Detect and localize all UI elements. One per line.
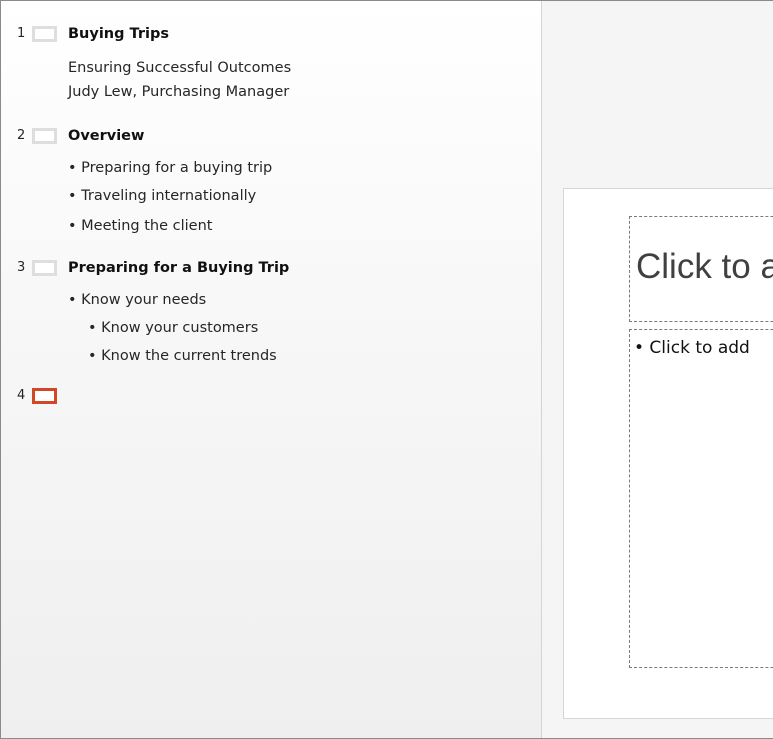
slide-editor-pane: Click to a • Click to add [542, 1, 773, 738]
slide-thumbnail-icon[interactable] [32, 128, 57, 144]
outline-pane[interactable]: 1 Buying Trips Ensuring Successful Outco… [1, 1, 542, 738]
outline-bullet[interactable]: • Know your needs [68, 291, 206, 309]
title-placeholder-text: Click to a [636, 247, 773, 286]
content-placeholder-text: • Click to add [634, 338, 750, 358]
slide-canvas[interactable]: Click to a • Click to add [563, 188, 773, 719]
slide-thumbnail-icon[interactable] [32, 388, 57, 404]
slide-number: 2 [17, 128, 26, 143]
slide-thumbnail-icon[interactable] [32, 26, 57, 42]
slide-number: 4 [17, 388, 26, 403]
content-placeholder[interactable]: • Click to add [629, 329, 773, 668]
outline-bullet[interactable]: • Preparing for a buying trip [68, 159, 272, 177]
outline-line[interactable]: Judy Lew, Purchasing Manager [68, 83, 289, 101]
slide-thumbnail-icon[interactable] [32, 260, 57, 276]
outline-line[interactable]: Ensuring Successful Outcomes [68, 59, 291, 77]
powerpoint-window: 1 Buying Trips Ensuring Successful Outco… [0, 0, 773, 739]
outline-sub-bullet[interactable]: • Know your customers [88, 319, 258, 337]
outline-bullet[interactable]: • Meeting the client [68, 217, 212, 235]
slide-title[interactable]: Preparing for a Buying Trip [68, 259, 289, 277]
slide-number: 3 [17, 260, 26, 275]
slide-number: 1 [17, 26, 26, 41]
slide-title[interactable]: Overview [68, 127, 144, 145]
slide-title[interactable]: Buying Trips [68, 25, 169, 43]
title-placeholder[interactable]: Click to a [629, 216, 773, 322]
outline-bullet[interactable]: • Traveling internationally [68, 187, 256, 205]
outline-sub-bullet[interactable]: • Know the current trends [88, 347, 277, 365]
